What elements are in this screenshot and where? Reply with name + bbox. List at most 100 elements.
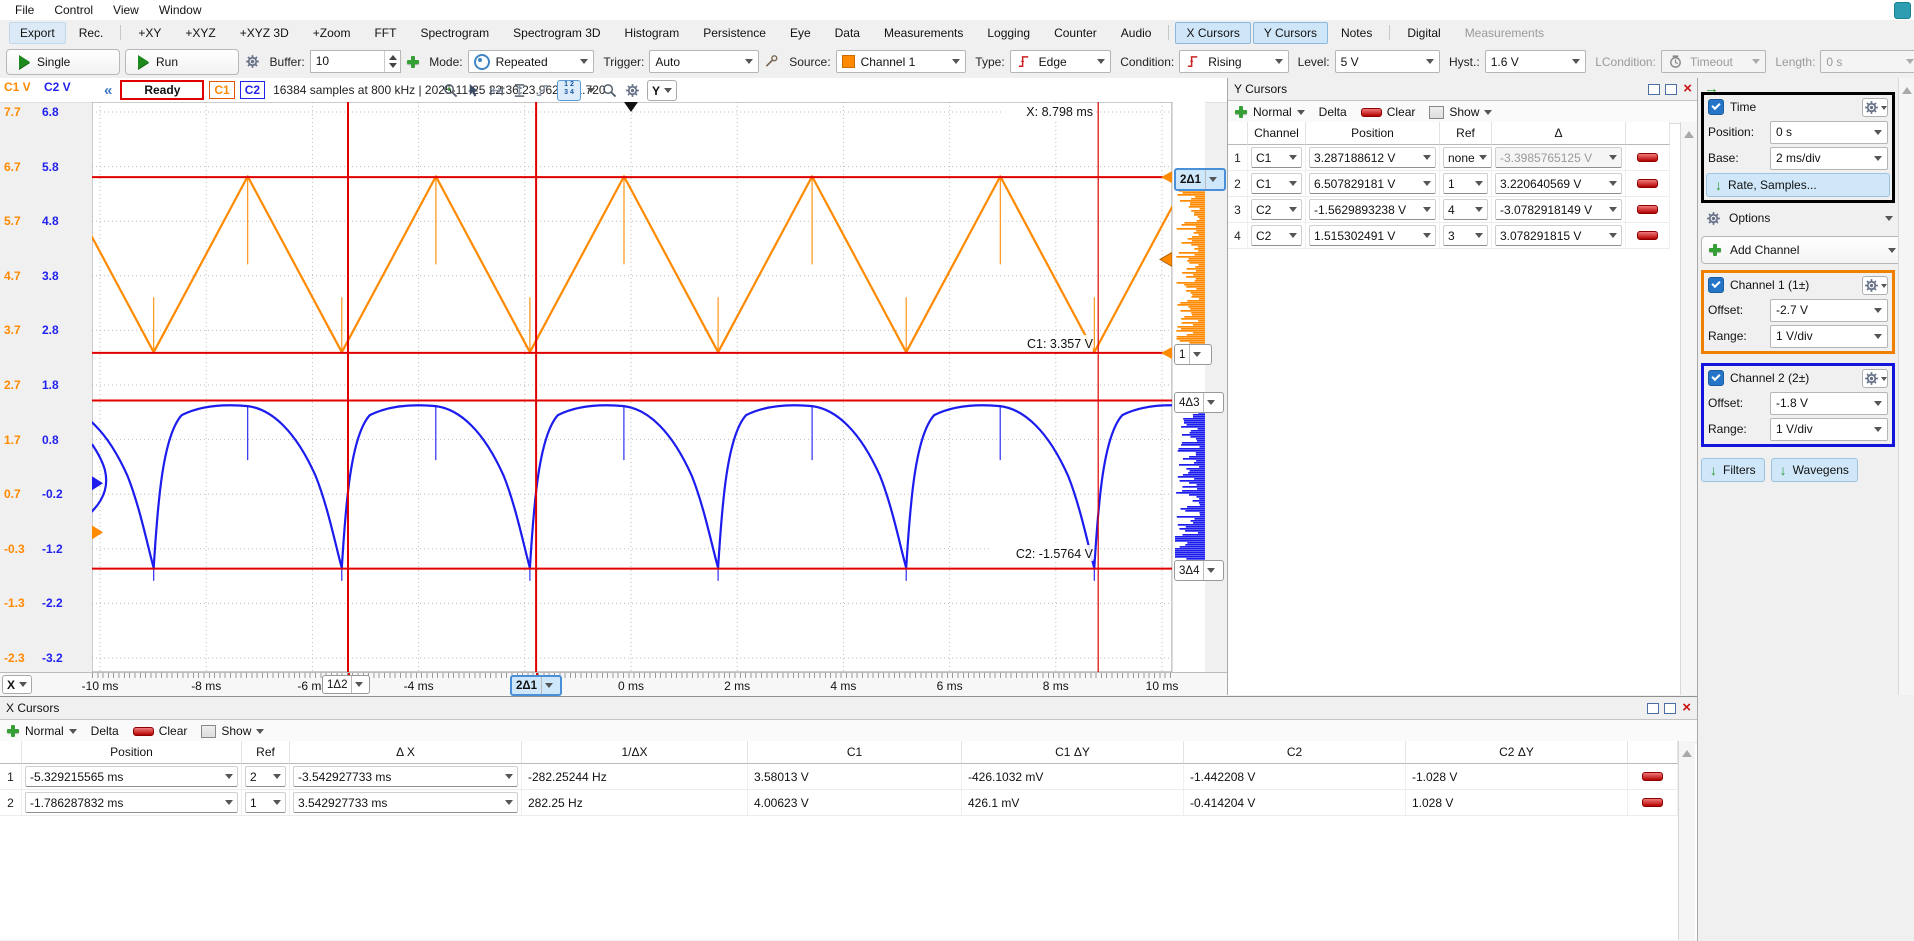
- y-cursor-button-4d3[interactable]: 4Δ3: [1174, 392, 1224, 413]
- source-select[interactable]: Channel 1: [836, 50, 967, 73]
- maximize-icon[interactable]: [1664, 703, 1676, 714]
- buffer-spinner[interactable]: 10: [310, 50, 402, 73]
- y-delta-select[interactable]: 3.220640569 V: [1492, 171, 1626, 197]
- filters-button[interactable]: ↓Filters: [1701, 458, 1765, 482]
- y-delta-select[interactable]: 3.078291815 V: [1492, 223, 1626, 249]
- tab-data[interactable]: Data: [824, 22, 871, 44]
- tab-histogram[interactable]: Histogram: [614, 22, 691, 44]
- zoom-region-icon[interactable]: [442, 82, 459, 99]
- x-axis-menu-button[interactable]: X: [2, 675, 32, 694]
- magnifier-icon[interactable]: [601, 82, 618, 99]
- x-cursor-button-2d1[interactable]: 2Δ1: [510, 675, 562, 696]
- rate-samples-button[interactable]: ↓Rate, Samples...: [1706, 173, 1890, 197]
- y-position-select[interactable]: 1.515302491 V: [1306, 223, 1440, 249]
- level-select[interactable]: 5 V: [1335, 50, 1440, 73]
- time-base-select[interactable]: 2 ms/div: [1770, 147, 1888, 170]
- y-ref-select[interactable]: 3: [1440, 223, 1492, 249]
- channel1-badge[interactable]: C1: [209, 81, 234, 99]
- add-delta-cursor-button[interactable]: Delta: [91, 724, 119, 738]
- y-axis-menu-button[interactable]: Y: [647, 80, 677, 101]
- tab-rec-[interactable]: Rec.: [68, 22, 115, 44]
- x-ref-select[interactable]: 1: [242, 790, 290, 816]
- close-icon[interactable]: ×: [1683, 84, 1692, 94]
- channel2-checkbox[interactable]: [1708, 370, 1724, 386]
- y-channel-select[interactable]: C2: [1248, 223, 1306, 249]
- undock-icon[interactable]: [1647, 703, 1659, 714]
- scroll-up-icon[interactable]: [1684, 126, 1694, 138]
- channel2-range-select[interactable]: 1 V/div: [1770, 418, 1888, 441]
- close-icon[interactable]: ×: [1682, 703, 1691, 713]
- tab-y-cursors[interactable]: Y Cursors: [1253, 22, 1328, 44]
- add-normal-cursor-button[interactable]: Normal: [1234, 105, 1305, 119]
- y-channel-select[interactable]: C2: [1248, 197, 1306, 223]
- channel2-gear-button[interactable]: [1862, 369, 1888, 388]
- spin-down-icon[interactable]: [389, 63, 397, 72]
- clear-cursors-button[interactable]: Clear: [1361, 105, 1416, 119]
- y-cursors-scrollbar[interactable]: [1680, 122, 1697, 695]
- time-position-select[interactable]: 0 s: [1770, 121, 1888, 144]
- y-delta-select[interactable]: -3.3985765125 V: [1492, 145, 1626, 171]
- y-cursor-button-3d4[interactable]: 3Δ4: [1174, 560, 1224, 581]
- x-cursors-scrollbar[interactable]: [1678, 741, 1695, 940]
- time-checkbox[interactable]: [1708, 99, 1724, 115]
- buffer-gear-icon[interactable]: [244, 53, 261, 70]
- y-cursor-button-2d1[interactable]: 2Δ1: [1174, 168, 1226, 191]
- show-menu-button[interactable]: Show: [1429, 105, 1492, 119]
- channel2-offset-select[interactable]: -1.8 V: [1770, 392, 1888, 415]
- tab-notes[interactable]: Notes: [1330, 22, 1383, 44]
- wavegens-button[interactable]: ↓Wavegens: [1771, 458, 1858, 482]
- y-channel-select[interactable]: C1: [1248, 171, 1306, 197]
- layout-caret-icon[interactable]: [587, 88, 595, 97]
- x-dx-select[interactable]: 3.542927733 ms: [290, 790, 522, 816]
- tab-logging[interactable]: Logging: [976, 22, 1041, 44]
- undock-icon[interactable]: [1648, 84, 1660, 95]
- menu-item-file[interactable]: File: [6, 1, 43, 19]
- add-delta-cursor-button[interactable]: Delta: [1319, 105, 1347, 119]
- tab--zoom[interactable]: +Zoom: [302, 22, 362, 44]
- scroll-up-icon[interactable]: [1682, 745, 1692, 757]
- clear-cursors-button[interactable]: Clear: [133, 724, 188, 738]
- menu-item-control[interactable]: Control: [45, 1, 102, 19]
- sidebar-scrollbar[interactable]: [1898, 78, 1914, 695]
- x-ref-select[interactable]: 2: [242, 764, 290, 790]
- waveform-plot[interactable]: X: 8.798 msC1: 3.357 VC2: -1.5764 V: [92, 102, 1172, 672]
- show-menu-button[interactable]: Show: [201, 724, 264, 738]
- tab-persistence[interactable]: Persistence: [692, 22, 777, 44]
- y-cursor-button-1[interactable]: 1: [1174, 344, 1212, 365]
- y-remove-button[interactable]: [1626, 171, 1670, 197]
- tab--xyz[interactable]: +XYZ: [174, 22, 226, 44]
- tab-measurements[interactable]: Measurements: [873, 22, 974, 44]
- trigger-select[interactable]: Auto: [649, 50, 758, 73]
- back-arrow-icon[interactable]: «: [104, 82, 112, 99]
- mode-select[interactable]: Repeated: [468, 50, 595, 73]
- y-position-select[interactable]: 3.287188612 V: [1306, 145, 1440, 171]
- tab-eye[interactable]: Eye: [779, 22, 822, 44]
- tab-counter[interactable]: Counter: [1043, 22, 1108, 44]
- y-remove-button[interactable]: [1626, 197, 1670, 223]
- hyst-select[interactable]: 1.6 V: [1485, 50, 1587, 73]
- y-ref-select[interactable]: none: [1440, 145, 1492, 171]
- menu-item-window[interactable]: Window: [150, 1, 211, 19]
- add-normal-cursor-button[interactable]: Normal: [6, 724, 77, 738]
- y-remove-button[interactable]: [1626, 145, 1670, 171]
- channel1-offset-select[interactable]: -2.7 V: [1770, 299, 1888, 322]
- options-menu[interactable]: Options: [1701, 206, 1897, 230]
- channel1-range-select[interactable]: 1 V/div: [1770, 325, 1888, 348]
- plot-canvas[interactable]: X: 8.798 msC1: 3.357 VC2: -1.5764 V: [92, 102, 1172, 672]
- condition-select[interactable]: Rising: [1179, 50, 1288, 73]
- fit-horizontal-icon[interactable]: [488, 82, 505, 99]
- maximize-icon[interactable]: [1665, 84, 1677, 95]
- fit-vertical-icon[interactable]: [511, 82, 528, 99]
- y-ref-select[interactable]: 4: [1440, 197, 1492, 223]
- tab-digital[interactable]: Digital: [1396, 22, 1451, 44]
- tab-export[interactable]: Export: [9, 22, 66, 44]
- tab--xy[interactable]: +XY: [127, 22, 172, 44]
- tab-audio[interactable]: Audio: [1110, 22, 1163, 44]
- x-cursor-button-1d2[interactable]: 1Δ2: [322, 675, 370, 694]
- spin-up-icon[interactable]: [389, 51, 397, 60]
- grid-layout-button[interactable]: 1 23 4: [557, 80, 581, 101]
- tab-spectrogram-3d[interactable]: Spectrogram 3D: [502, 22, 611, 44]
- y-position-select[interactable]: -1.5629893238 V: [1306, 197, 1440, 223]
- plot-gear-icon[interactable]: [624, 82, 641, 99]
- y-ref-select[interactable]: 1: [1440, 171, 1492, 197]
